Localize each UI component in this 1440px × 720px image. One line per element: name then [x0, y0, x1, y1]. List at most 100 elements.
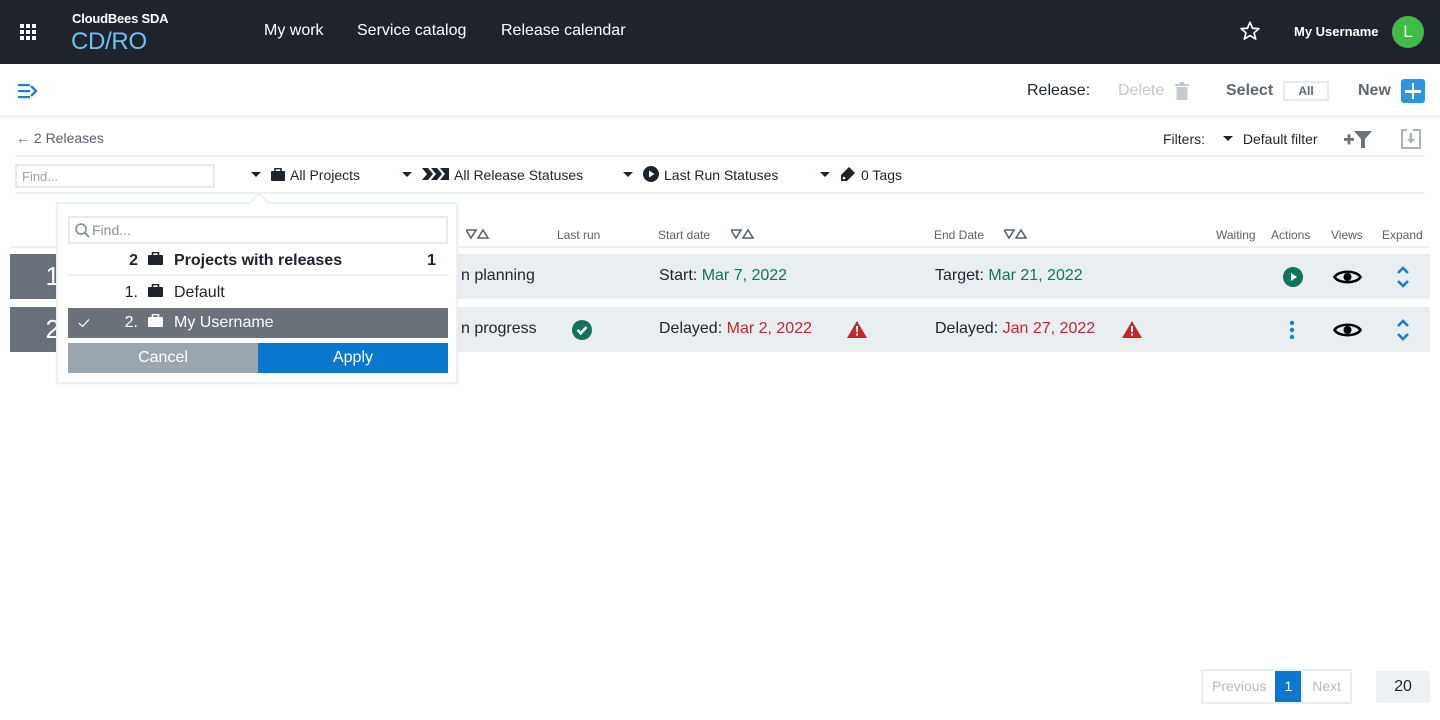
select-label: Select [1226, 82, 1274, 99]
pagination: Previous 1 Next [1201, 669, 1353, 704]
view-eye-icon[interactable] [1333, 268, 1362, 286]
new-label: New [1358, 82, 1391, 99]
sort-icon[interactable] [731, 228, 755, 240]
warning-icon [1122, 321, 1142, 338]
nav-my-work[interactable]: My work [264, 22, 324, 40]
success-check-icon[interactable] [572, 320, 592, 340]
user-name[interactable]: My Username [1294, 24, 1379, 39]
sidebar-toggle-icon[interactable] [18, 83, 38, 99]
column-header-end-date[interactable]: End Date [934, 228, 984, 242]
view-eye-icon[interactable] [1333, 321, 1362, 339]
column-header-last-run: Last run [557, 228, 601, 242]
column-header-expand: Expand [1382, 228, 1423, 242]
nav-release-calendar[interactable]: Release calendar [501, 22, 626, 40]
start-date-label: Delayed: [659, 320, 723, 337]
last-run-status-filter-dropdown[interactable]: Last Run Statuses [623, 166, 778, 184]
new-release-button[interactable] [1401, 79, 1425, 103]
tags-filter-dropdown[interactable]: 0 Tags [820, 167, 902, 184]
releases-count: 2 Releases [33, 130, 104, 146]
project-option-label: My Username [174, 314, 274, 331]
release-search-input[interactable] [15, 164, 215, 188]
next-page-button[interactable]: Next [1301, 671, 1350, 702]
briefcase-icon [148, 314, 163, 327]
export-icon[interactable] [1401, 129, 1421, 149]
apply-button[interactable]: Apply [258, 343, 448, 373]
selected-count: 1 [427, 252, 436, 269]
trash-icon[interactable] [1175, 82, 1189, 100]
column-header-views: Views [1331, 228, 1363, 242]
sort-icon[interactable] [466, 228, 490, 240]
default-filter-label: Default filter [1242, 131, 1318, 147]
end-date-label: Delayed: [935, 320, 999, 337]
projects-dropdown-panel: 2 Projects with releases 1 1. Default 2.… [56, 202, 458, 384]
nav-service-catalog[interactable]: Service catalog [357, 22, 466, 40]
release-status: n progress [461, 320, 537, 337]
column-header-actions: Actions [1271, 228, 1311, 242]
end-date-cell: Delayed: Jan 27, 2022 [935, 320, 1095, 338]
user-avatar[interactable]: L [1392, 16, 1424, 48]
release-status: n planning [461, 267, 535, 284]
release-toolbar: Release: Delete Select New [0, 64, 1440, 118]
previous-page-button[interactable]: Previous [1203, 671, 1275, 702]
page-size-selector[interactable]: 20 [1376, 671, 1430, 703]
end-date-value: Jan 27, 2022 [1002, 320, 1096, 337]
release-label: Release: [1027, 82, 1091, 99]
project-group-count: 2 [129, 252, 138, 269]
app-switcher-icon[interactable] [20, 24, 36, 40]
page-1-button[interactable]: 1 [1275, 671, 1302, 702]
briefcase-icon [148, 252, 163, 265]
release-stages-icon [422, 168, 449, 181]
arrow-left-icon: ← [16, 130, 30, 146]
row-number: 1 [10, 254, 60, 299]
dropdown-search-input[interactable] [92, 222, 432, 238]
projects-filter-dropdown[interactable]: All Projects [251, 167, 360, 183]
cancel-button[interactable]: Cancel [68, 343, 258, 373]
warning-icon [847, 321, 867, 338]
select-all-button[interactable]: All [1283, 81, 1329, 101]
favorites-star-icon[interactable] [1239, 20, 1261, 42]
project-group-header: 2 Projects with releases 1 [68, 246, 448, 276]
brand-product[interactable]: CD/RO [71, 28, 147, 56]
caret-down-icon [623, 171, 633, 177]
end-date-cell: Target: Mar 21, 2022 [935, 267, 1083, 285]
project-option-index: 1. [124, 284, 138, 301]
start-date-value: Mar 7, 2022 [701, 267, 788, 284]
project-option-selected[interactable]: 2. My Username [68, 308, 448, 338]
start-date-cell: Start: Mar 7, 2022 [659, 267, 787, 285]
back-link[interactable]: ← 2 Releases [16, 130, 104, 146]
caret-down-icon [1223, 135, 1233, 141]
checkmark-icon [78, 319, 90, 328]
caret-down-icon [251, 171, 261, 177]
start-date-cell: Delayed: Mar 2, 2022 [659, 320, 812, 338]
more-vertical-icon[interactable] [1289, 320, 1295, 340]
start-date-label: Start: [659, 267, 698, 284]
brand-company: CloudBees SDA [72, 11, 169, 26]
end-date-value: Mar 21, 2022 [988, 267, 1083, 284]
project-group-label: Projects with releases [174, 252, 343, 269]
release-status-filter-dropdown[interactable]: All Release Statuses [402, 167, 583, 183]
expand-chevrons-icon[interactable] [1396, 318, 1410, 342]
project-option-index: 2. [124, 314, 138, 331]
end-date-label: Target: [935, 267, 984, 284]
start-date-value: Mar 2, 2022 [726, 320, 812, 337]
projects-filter-label: All Projects [290, 167, 361, 183]
expand-chevrons-icon[interactable] [1396, 265, 1410, 289]
sort-icon[interactable] [1004, 228, 1028, 240]
play-circle-icon [643, 166, 659, 183]
row-number: 2 [10, 307, 60, 352]
release-status-filter-label: All Release Statuses [454, 167, 584, 183]
search-icon [75, 223, 90, 238]
column-header-waiting: Waiting [1216, 228, 1256, 242]
tag-icon [841, 167, 855, 182]
delete-button[interactable]: Delete [1118, 82, 1164, 100]
dropdown-search[interactable] [68, 216, 448, 244]
add-filter-icon[interactable] [1344, 129, 1372, 149]
column-header-start-date[interactable]: Start date [658, 228, 710, 242]
project-option-label: Default [174, 284, 225, 301]
caret-down-icon [820, 171, 830, 177]
filters-label: Filters: [1163, 131, 1205, 147]
run-play-icon[interactable] [1283, 267, 1303, 287]
project-option[interactable]: 1. Default [68, 278, 448, 308]
default-filter-dropdown[interactable]: Default filter [1223, 131, 1318, 147]
tags-filter-label: 0 Tags [861, 167, 902, 183]
